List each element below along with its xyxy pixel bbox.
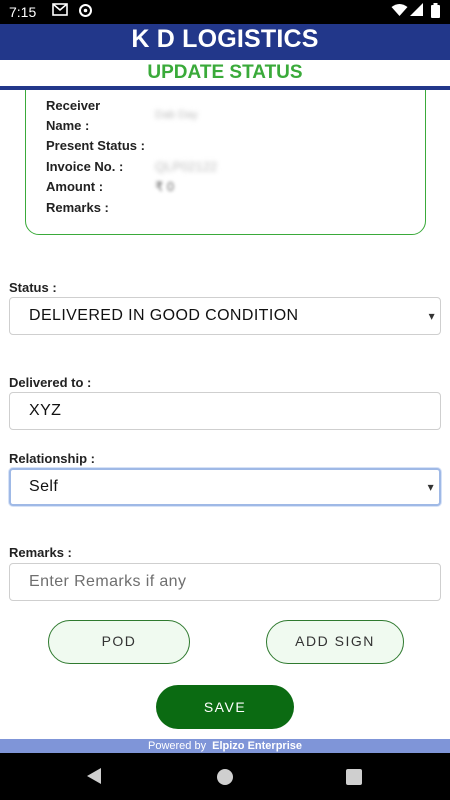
receiver-name-label-line1: Receiver	[46, 98, 101, 113]
footer-brand: Elpizo Enterprise	[212, 740, 302, 752]
receiver-name-value: Dab Day	[155, 109, 198, 121]
delivered-to-input[interactable]: XYZ	[9, 392, 441, 430]
home-icon[interactable]	[217, 769, 233, 785]
recent-apps-icon[interactable]	[346, 769, 362, 785]
delivered-to-value: XYZ	[29, 402, 62, 419]
invoice-number-label: Invoice No. :	[46, 159, 124, 174]
pod-button[interactable]: POD	[48, 620, 190, 664]
remarks-label: Remarks :	[9, 545, 72, 560]
status-time: 7:15	[9, 4, 37, 20]
status-label: Status :	[9, 280, 57, 295]
relationship-label: Relationship :	[9, 451, 95, 466]
cellular-icon	[410, 3, 423, 20]
remarks-placeholder: Enter Remarks if any	[29, 573, 187, 590]
remarks-info-label: Remarks :	[46, 200, 109, 215]
footer-prefix: Powered by	[147, 740, 207, 752]
app-header: K D LOGISTICS	[0, 24, 450, 60]
remarks-input[interactable]: Enter Remarks if any	[9, 563, 441, 601]
gmail-icon	[52, 3, 68, 19]
page-subtitle-bar: UPDATE STATUS	[0, 60, 450, 87]
powered-by-footer: Powered by Elpizo Enterprise	[0, 739, 450, 753]
invoice-number-value: QLP02122	[155, 159, 218, 174]
page-subtitle: UPDATE STATUS	[147, 62, 303, 83]
subtitle-divider	[0, 86, 450, 90]
android-status-bar: 7:15	[0, 0, 450, 24]
status-select-value: DELIVERED IN GOOD CONDITION	[29, 307, 299, 324]
battery-icon	[431, 3, 440, 21]
present-status-label: Present Status :	[46, 138, 145, 153]
add-sign-button[interactable]: ADD SIGN	[266, 620, 404, 664]
delivered-to-label: Delivered to :	[9, 375, 92, 390]
relationship-select-value: Self	[29, 478, 59, 495]
status-select[interactable]: DELIVERED IN GOOD CONDITION	[9, 297, 441, 335]
save-button[interactable]: SAVE	[156, 685, 294, 729]
receiver-name-label-line2: Name :	[46, 118, 90, 133]
back-icon[interactable]	[87, 768, 101, 784]
amount-value: ₹ 0	[155, 179, 175, 194]
sync-icon	[78, 3, 93, 21]
wifi-icon	[391, 3, 408, 20]
amount-label: Amount :	[46, 179, 104, 194]
relationship-select[interactable]: Self	[9, 468, 441, 506]
app-title: K D LOGISTICS	[131, 25, 319, 53]
android-nav-bar	[0, 753, 450, 800]
